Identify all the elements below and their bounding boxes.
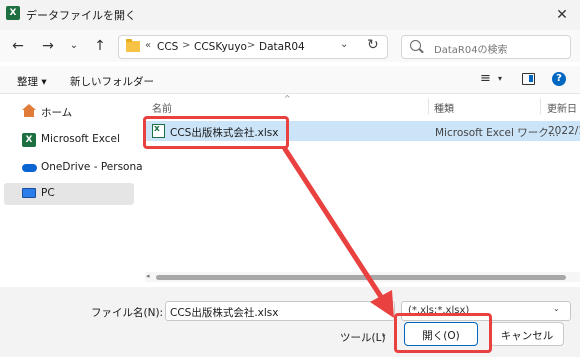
sidebar-item-pc[interactable]: PC <box>4 183 134 205</box>
column-divider[interactable] <box>540 98 541 114</box>
breadcrumb-ccskyuyo[interactable]: CCSKyuyo <box>194 41 247 53</box>
chevron-right-icon: > <box>247 40 256 51</box>
annotation-highlight-open <box>394 313 492 353</box>
tools-caret-icon[interactable]: ▾ <box>382 332 386 340</box>
breadcrumb-overflow[interactable]: « <box>145 40 151 51</box>
chevron-down-icon[interactable]: ⌄ <box>553 304 560 313</box>
filename-value[interactable]: CCS出版株式会社.xlsx <box>170 305 278 320</box>
forward-button[interactable]: → <box>38 36 58 56</box>
close-button[interactable]: ✕ <box>550 4 574 26</box>
filename-label: ファイル名(N): <box>91 307 164 319</box>
column-header-date[interactable]: 更新日 <box>547 100 577 115</box>
excel-app-icon: X <box>6 6 20 20</box>
refresh-icon[interactable]: ↻ <box>367 37 379 53</box>
scrollbar-thumb[interactable] <box>156 275 566 280</box>
address-dropdown-icon[interactable]: ⌄ <box>340 39 348 50</box>
folder-icon <box>126 39 140 52</box>
column-header-name[interactable]: 名前 <box>152 100 172 115</box>
file-date: 2022/1 <box>548 125 580 137</box>
column-header-type[interactable]: 種類 <box>434 100 454 115</box>
sidebar-item-label: OneDrive - Personal <box>41 161 146 173</box>
sidebar-item-label: PC <box>41 187 55 199</box>
breadcrumb-ccs[interactable]: CCS <box>157 41 178 53</box>
search-icon <box>410 40 421 51</box>
onedrive-icon <box>22 164 37 172</box>
tools-button[interactable]: ツール(L) <box>340 330 386 345</box>
breadcrumb-datar04[interactable]: DataR04 <box>259 41 305 53</box>
new-folder-button[interactable]: 新しいフォルダー <box>70 74 154 89</box>
column-divider[interactable] <box>428 98 429 114</box>
sidebar-item-excel[interactable]: X Microsoft Excel <box>4 129 134 151</box>
preview-pane-icon[interactable] <box>522 73 535 85</box>
scroll-left-icon[interactable]: ◂ <box>146 272 150 280</box>
excel-icon: X <box>22 133 36 147</box>
organize-button[interactable]: 整理 ▾ <box>17 74 47 89</box>
search-input[interactable]: DataR04の検索 <box>434 41 508 56</box>
view-options-icon[interactable]: ≡ <box>480 71 491 86</box>
sidebar-item-label: Microsoft Excel <box>41 133 120 145</box>
window-title: データファイルを開く <box>26 9 136 22</box>
annotation-highlight-file <box>143 116 289 149</box>
home-icon-body <box>24 110 34 117</box>
file-type: Microsoft Excel ワーク... <box>435 127 559 139</box>
sidebar-item-label: ホーム <box>41 107 73 119</box>
pc-icon <box>22 188 36 198</box>
back-button[interactable]: ← <box>8 36 28 56</box>
sidebar-item-onedrive[interactable]: OneDrive - Personal <box>4 157 145 179</box>
sidebar-item-home[interactable]: ホーム <box>4 101 134 123</box>
sort-indicator-icon: ^ <box>284 94 291 103</box>
help-icon[interactable]: ? <box>552 72 566 86</box>
recent-locations-button[interactable]: ⌄ <box>64 36 84 56</box>
cancel-button-label[interactable]: キャンセル <box>490 328 564 343</box>
view-caret-icon[interactable]: ▾ <box>498 74 502 83</box>
up-folder-button[interactable]: ↑ <box>90 36 110 56</box>
chevron-right-icon: > <box>182 40 191 51</box>
